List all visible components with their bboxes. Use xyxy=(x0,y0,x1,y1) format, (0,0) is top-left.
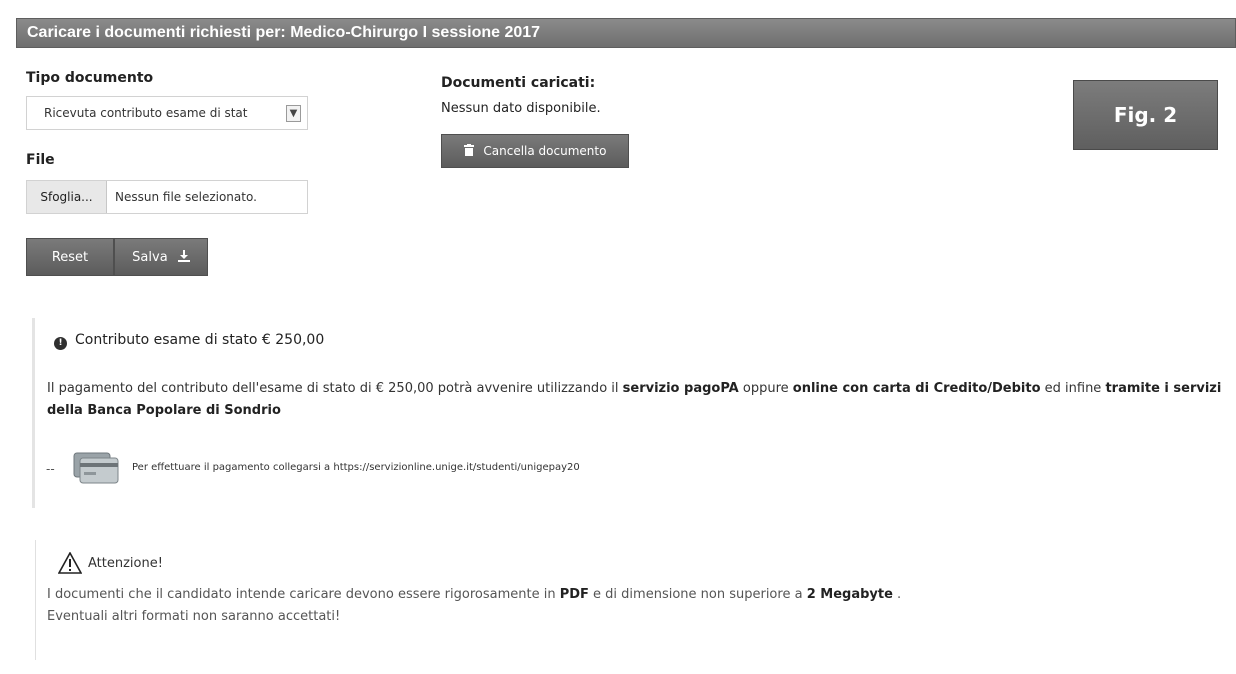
cancella-documento-label: Cancella documento xyxy=(483,144,607,158)
attenzione-text-3: . xyxy=(892,587,902,602)
contributo-text-3: ed infine xyxy=(1040,381,1106,396)
figure-badge: Fig. 2 xyxy=(1073,80,1218,150)
contributo-title: Contributo esame di stato € 250,00 xyxy=(75,332,325,348)
attenzione-bold-size: 2 Megabyte xyxy=(806,587,893,602)
attenzione-text-4: Eventuali altri formati non saranno acce… xyxy=(47,609,341,624)
contributo-bold-pagopa: servizio pagoPA xyxy=(622,381,739,396)
download-icon xyxy=(177,250,190,265)
form-buttons: Reset Salva xyxy=(26,238,208,276)
contributo-heading: ! Contributo esame di stato € 250,00 xyxy=(54,332,324,350)
file-label: File xyxy=(26,152,55,168)
save-button-label: Salva xyxy=(132,250,168,265)
attenzione-heading: Attenzione! xyxy=(57,551,358,576)
cancella-documento-button[interactable]: Cancella documento xyxy=(441,134,629,168)
info-panel-border xyxy=(32,318,35,508)
payment-dash: -- xyxy=(46,462,55,476)
payment-link-text[interactable]: Per effettuare il pagamento collegarsi a… xyxy=(132,462,580,473)
tipo-documento-label: Tipo documento xyxy=(26,70,154,86)
warning-triangle-icon xyxy=(57,551,83,574)
tipo-documento-value: Ricevuta contributo esame di stat xyxy=(44,106,248,120)
reset-button[interactable]: Reset xyxy=(26,238,114,276)
contributo-bold-card: online con carta di Credito/Debito xyxy=(792,381,1041,396)
attenzione-text-2: e di dimensione non superiore a xyxy=(588,587,807,602)
warning-panel-border xyxy=(35,540,36,660)
figure-label: Fig. 2 xyxy=(1113,103,1178,127)
attenzione-text-1: I documenti che il candidato intende car… xyxy=(47,587,560,602)
trash-icon xyxy=(463,144,478,158)
attenzione-title: Attenzione! xyxy=(88,556,163,571)
documenti-caricati-label: Documenti caricati: xyxy=(441,75,596,91)
file-input[interactable]: Sfoglia... Nessun file selezionato. xyxy=(26,180,308,214)
payment-link-row: -- Per effettuare il pagamento collegars… xyxy=(46,452,746,486)
save-button[interactable]: Salva xyxy=(114,238,208,276)
reset-button-label: Reset xyxy=(51,250,89,265)
attenzione-description: I documenti che il candidato intende car… xyxy=(47,584,1147,628)
contributo-description: Il pagamento del contributo dell'esame d… xyxy=(47,378,1222,422)
contributo-text-1: Il pagamento del contributo dell'esame d… xyxy=(47,381,623,396)
contributo-text-2: oppure xyxy=(738,381,793,396)
credit-cards-icon xyxy=(68,452,120,484)
browse-button[interactable]: Sfoglia... xyxy=(27,181,107,213)
page-title: Caricare i documenti richiesti per: Medi… xyxy=(27,24,541,41)
chevron-down-icon[interactable]: ▼ xyxy=(286,105,301,122)
header-bar: Caricare i documenti richiesti per: Medi… xyxy=(16,18,1236,48)
attenzione-bold-pdf: PDF xyxy=(559,587,589,602)
file-status: Nessun file selezionato. xyxy=(115,190,257,204)
upload-page: Caricare i documenti richiesti per: Medi… xyxy=(0,0,1236,674)
tipo-documento-select[interactable]: Ricevuta contributo esame di stat ▼ xyxy=(26,96,308,130)
info-circle-icon: ! xyxy=(54,337,67,350)
documenti-empty-text: Nessun dato disponibile. xyxy=(441,101,601,116)
